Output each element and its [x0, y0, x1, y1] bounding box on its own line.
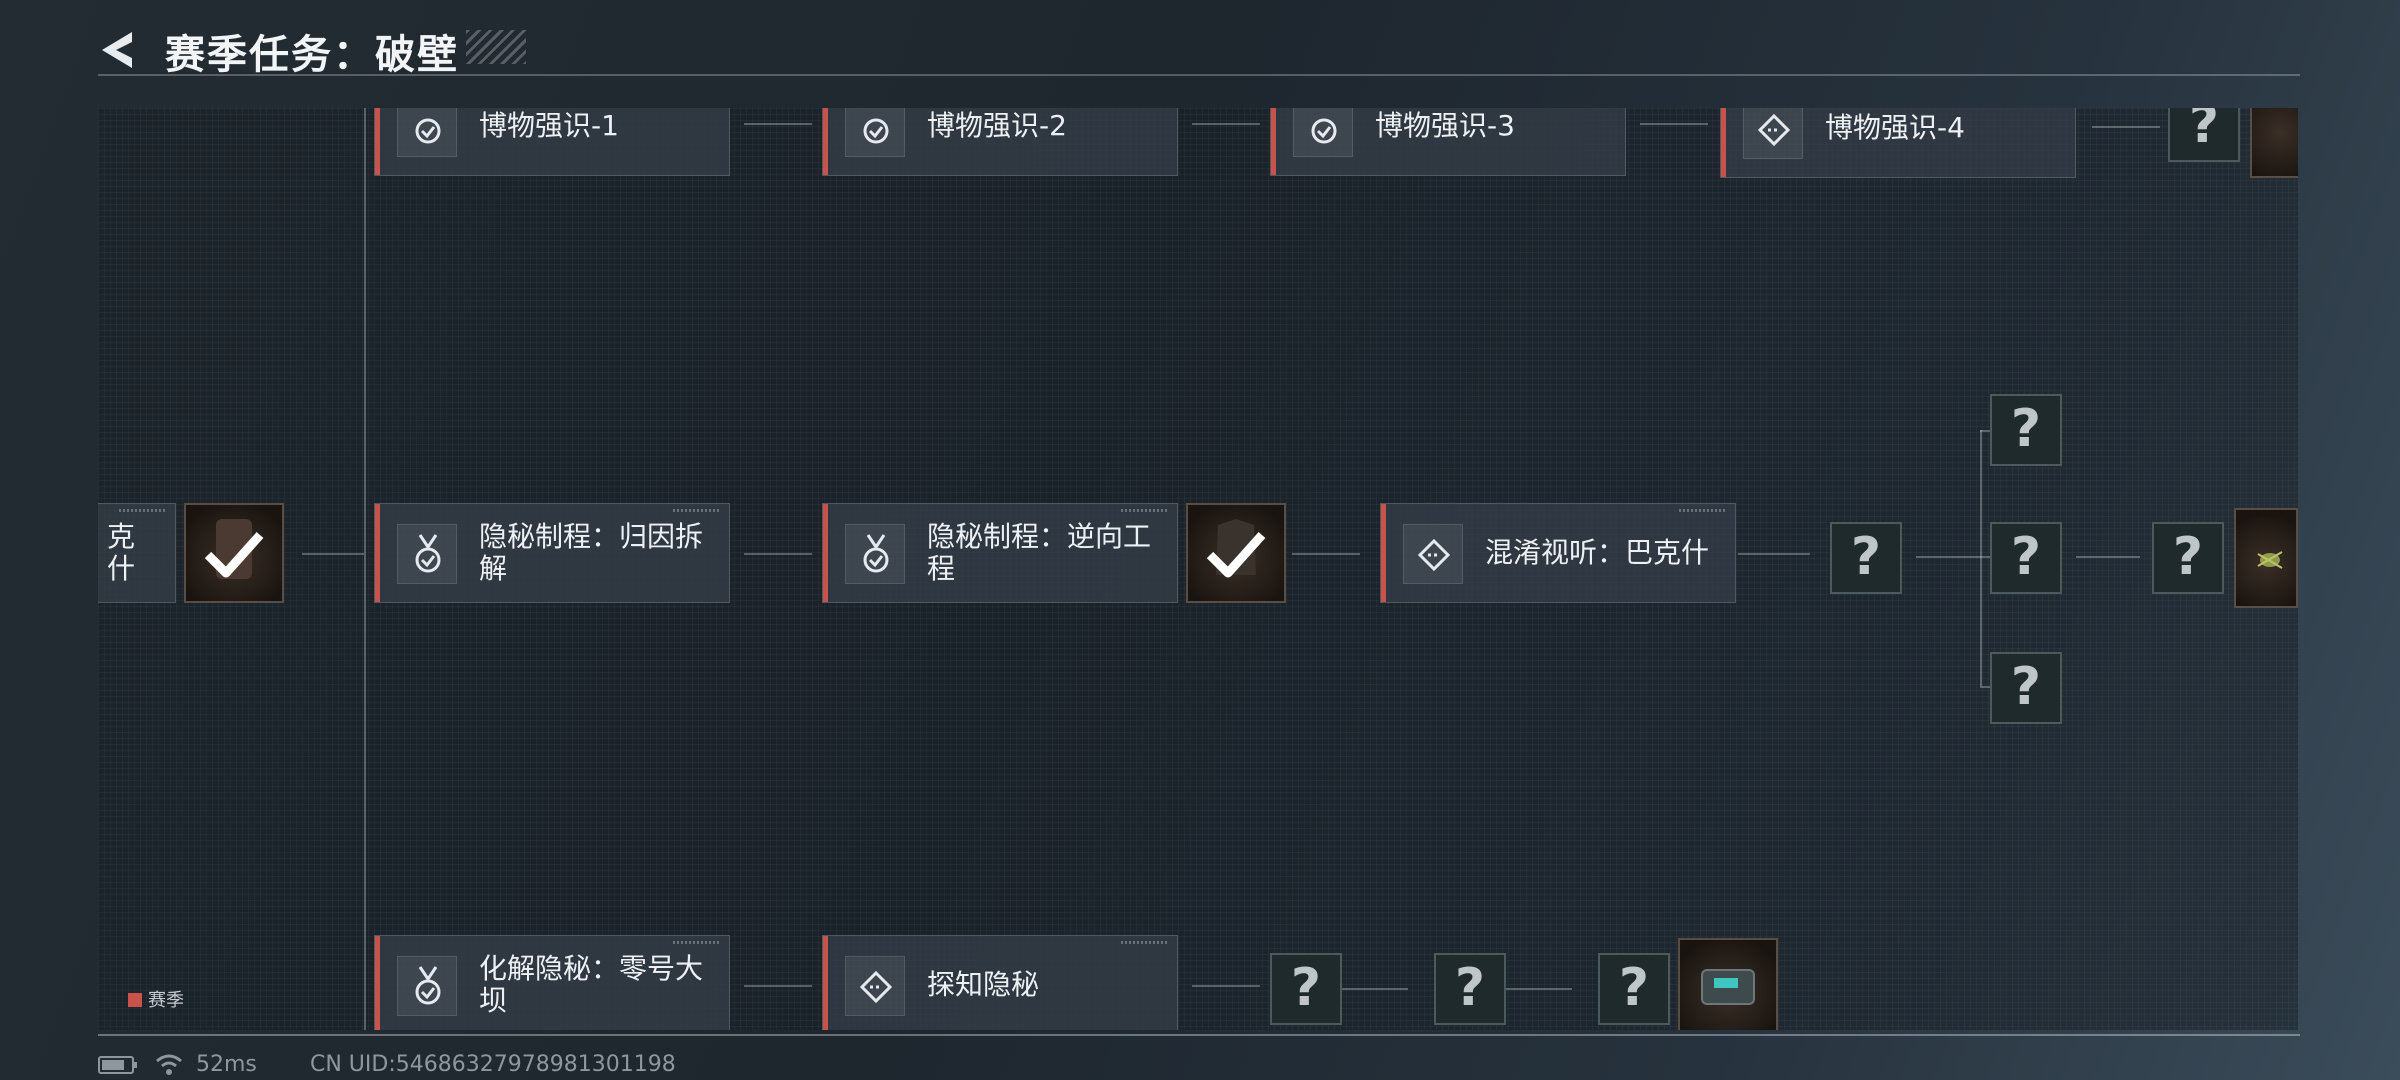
back-arrow-icon[interactable]	[98, 30, 140, 70]
connector	[2092, 126, 2160, 128]
diamond-eye-icon	[845, 956, 905, 1016]
task-label: 博物强识-3	[1375, 109, 1515, 142]
medal-icon	[397, 956, 457, 1016]
locked-task[interactable]: ?	[1434, 953, 1506, 1025]
task-node[interactable]: 博物强识-3	[1270, 108, 1626, 176]
task-tree-panel[interactable]: 博物强识-1 博物强识-2 博物强识-3 博物强识-4 ? 克什 隐秘制程：归因…	[98, 108, 2298, 1030]
connector	[744, 553, 812, 555]
connector	[744, 985, 812, 987]
task-label: 混淆视听：巴克什	[1485, 536, 1710, 569]
locked-task[interactable]: ?	[1830, 522, 1902, 594]
task-node[interactable]: 探知隐秘	[822, 935, 1178, 1030]
title-decoration	[466, 30, 526, 64]
uid-text: CN UID:546863279789813011​98	[310, 1052, 676, 1077]
task-node[interactable]: 化解隐秘：零号大坝	[374, 935, 730, 1030]
task-node[interactable]: 隐秘制程：逆向工程	[822, 503, 1178, 603]
task-node[interactable]: 混淆视听：巴克什	[1380, 503, 1736, 603]
task-label: 隐秘制程：逆向工程	[927, 520, 1152, 585]
task-node[interactable]: 克什	[98, 503, 176, 603]
connector	[1342, 988, 1408, 990]
locked-task[interactable]: ?	[2152, 522, 2224, 594]
connector	[1980, 430, 1982, 686]
task-label: 博物强识-2	[927, 109, 1067, 142]
reward-item[interactable]	[2234, 508, 2298, 608]
reward-item[interactable]	[2250, 108, 2298, 178]
locked-task[interactable]: ?	[1990, 652, 2062, 724]
diamond-eye-icon	[1403, 524, 1463, 584]
battery-icon	[98, 1056, 137, 1074]
diamond-eye-icon	[1743, 108, 1803, 159]
task-label: 博物强识-4	[1825, 111, 1965, 144]
wifi-icon	[156, 1054, 182, 1075]
legend-label: 赛季	[148, 990, 184, 1011]
task-node[interactable]: 博物强识-1	[374, 108, 730, 176]
connector	[1916, 556, 1980, 558]
legend: 赛季	[128, 986, 184, 1012]
reward-helmet-completed[interactable]	[1186, 503, 1286, 603]
check-badge-icon	[1293, 108, 1353, 157]
connector	[1192, 123, 1260, 125]
task-node[interactable]: 博物强识-4	[1720, 108, 2076, 178]
task-node[interactable]: 博物强识-2	[822, 108, 1178, 176]
locked-task[interactable]: ?	[1990, 394, 2062, 466]
task-label: 化解隐秘：零号大坝	[479, 952, 704, 1017]
connector	[302, 553, 364, 555]
locked-task[interactable]: ?	[1270, 953, 1342, 1025]
legend-swatch	[128, 993, 142, 1007]
locked-task[interactable]: ?	[1990, 522, 2062, 594]
connector	[1738, 553, 1810, 555]
task-node[interactable]: 隐秘制程：归因拆解	[374, 503, 730, 603]
reward-armor-completed[interactable]	[184, 503, 284, 603]
connector	[1192, 985, 1260, 987]
medal-icon	[845, 524, 905, 584]
task-label: 博物强识-1	[479, 109, 619, 142]
header-divider	[98, 74, 2300, 76]
connector	[1506, 988, 1572, 990]
connector	[364, 108, 366, 1030]
connector	[2076, 556, 2140, 558]
locked-task[interactable]: ?	[2168, 108, 2240, 162]
task-label: 探知隐秘	[927, 968, 1040, 1001]
locked-task[interactable]: ?	[1598, 953, 1670, 1025]
medal-icon	[397, 524, 457, 584]
connector	[744, 123, 812, 125]
bottom-divider	[98, 1034, 2300, 1036]
reward-device[interactable]	[1678, 938, 1778, 1030]
ping-value: 52ms	[196, 1052, 257, 1077]
page-title: 赛季任务：破壁	[165, 32, 459, 78]
connector	[1640, 123, 1708, 125]
connector	[1292, 553, 1360, 555]
check-badge-icon	[845, 108, 905, 157]
check-badge-icon	[397, 108, 457, 157]
task-label: 隐秘制程：归因拆解	[479, 520, 704, 585]
